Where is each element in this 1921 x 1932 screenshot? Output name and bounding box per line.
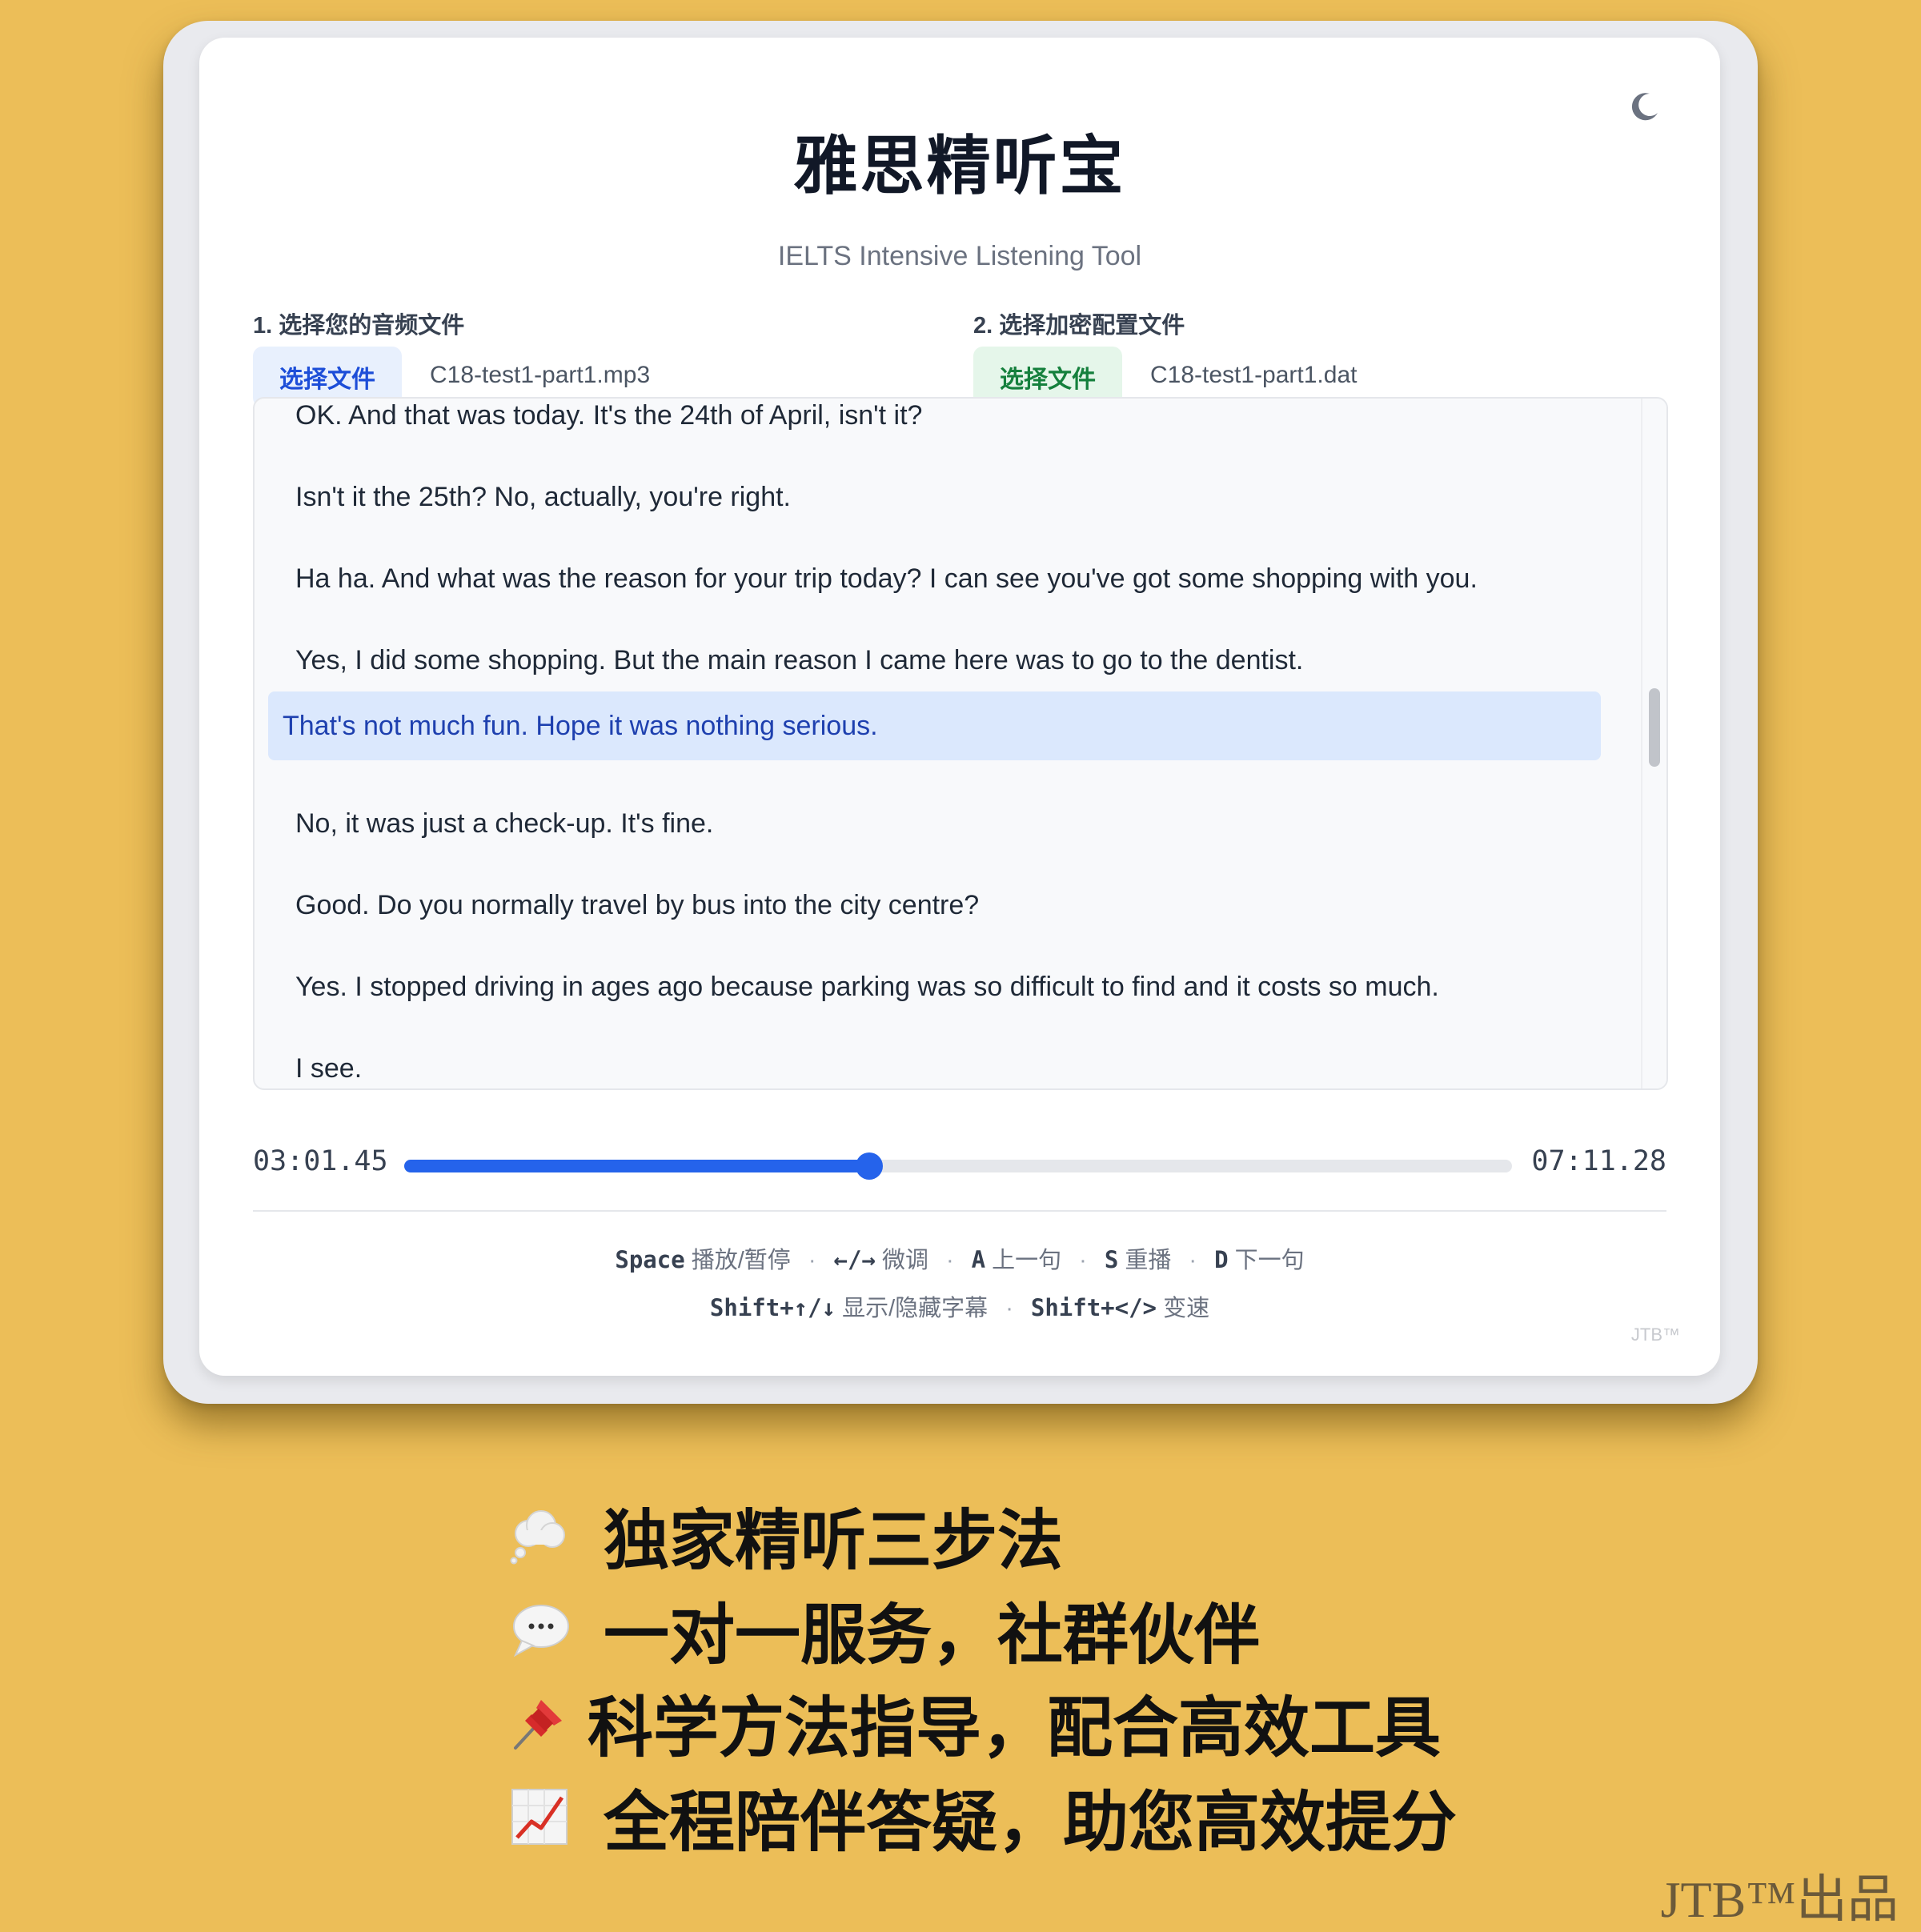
feature-text: 全程陪伴答疑，助您高效提分	[604, 1786, 1458, 1859]
shortcut-item: A 上一句	[971, 1246, 1062, 1273]
app-subtitle: IELTS Intensive Listening Tool	[777, 241, 1142, 271]
transcript-line[interactable]: No, it was just a check-up. It's fine.	[295, 808, 713, 840]
shortcut-row-2: Shift+↑/↓ 显示/隐藏字幕 · Shift+</> 变速	[709, 1294, 1210, 1321]
transcript-line[interactable]: I see.	[295, 1053, 362, 1084]
feature-text: 科学方法指导，配合高效工具	[588, 1692, 1442, 1765]
total-time: 07:11.28	[1531, 1145, 1666, 1177]
transcript-line[interactable]: Yes, I did some shopping. But the main r…	[295, 645, 1303, 676]
shortcut-item: Space 播放/暂停	[615, 1246, 791, 1273]
progress-fill	[404, 1160, 870, 1172]
app-card: 雅思精听宝 IELTS Intensive Listening Tool 1. …	[199, 38, 1720, 1376]
audio-file-name: C18-test1-part1.mp3	[430, 362, 651, 388]
shortcut-item: ←/→ 微调	[833, 1246, 928, 1273]
shortcut-item: Shift+↑/↓ 显示/隐藏字幕	[709, 1294, 989, 1321]
transcript-line[interactable]: Ha ha. And what was the reason for your …	[295, 563, 1478, 595]
chart-increasing-icon	[507, 1786, 571, 1847]
transcript-line-active[interactable]: That's not much fun. Hope it was nothing…	[268, 691, 1601, 760]
transcript-scrollbar[interactable]	[1641, 399, 1666, 1088]
feature-item: 全程陪伴答疑，助您高效提分	[507, 1769, 1457, 1864]
speech-balloon-icon	[507, 1599, 571, 1660]
scrollbar-thumb[interactable]	[1649, 688, 1660, 767]
audio-file-label: 1. 选择您的音频文件	[253, 313, 465, 339]
shortcut-item: D 下一句	[1214, 1246, 1305, 1273]
feature-item: 独家精听三步法	[507, 1487, 1063, 1582]
feature-text: 独家精听三步法	[604, 1505, 1064, 1577]
progress-handle[interactable]	[856, 1152, 884, 1180]
config-file-name: C18-test1-part1.dat	[1150, 362, 1358, 388]
feature-item: 一对一服务，社群伙伴	[507, 1581, 1260, 1677]
divider	[253, 1210, 1666, 1212]
transcript-line[interactable]: Good. Do you normally travel by bus into…	[295, 890, 979, 921]
thought-balloon-icon	[507, 1505, 571, 1565]
transcript-line[interactable]: Isn't it the 25th? No, actually, you're …	[295, 482, 791, 513]
feature-text: 一对一服务，社群伙伴	[604, 1599, 1261, 1672]
pushpin-icon	[507, 1692, 571, 1753]
shortcut-item: S 重播	[1104, 1246, 1172, 1273]
feature-item: 科学方法指导，配合高效工具	[507, 1674, 1441, 1770]
transcript-line[interactable]: Yes. I stopped driving in ages ago becau…	[295, 972, 1439, 1003]
shortcut-item: Shift+</> 变速	[1030, 1294, 1210, 1321]
transcript-panel[interactable]: OK. And that was today. It's the 24th of…	[253, 397, 1668, 1090]
transcript-line[interactable]: OK. And that was today. It's the 24th of…	[295, 400, 922, 431]
current-time: 03:01.45	[253, 1145, 388, 1177]
progress-slider[interactable]	[404, 1152, 1512, 1180]
card-brand: JTB™	[1630, 1325, 1680, 1345]
app-title: 雅思精听宝	[793, 130, 1126, 202]
footer-brand: JTB™出品	[1660, 1871, 1899, 1928]
config-file-label: 2. 选择加密配置文件	[973, 313, 1185, 339]
shortcut-row-1: Space 播放/暂停 · ←/→ 微调 · A 上一句 · S 重播 · D 下一句	[615, 1246, 1305, 1273]
